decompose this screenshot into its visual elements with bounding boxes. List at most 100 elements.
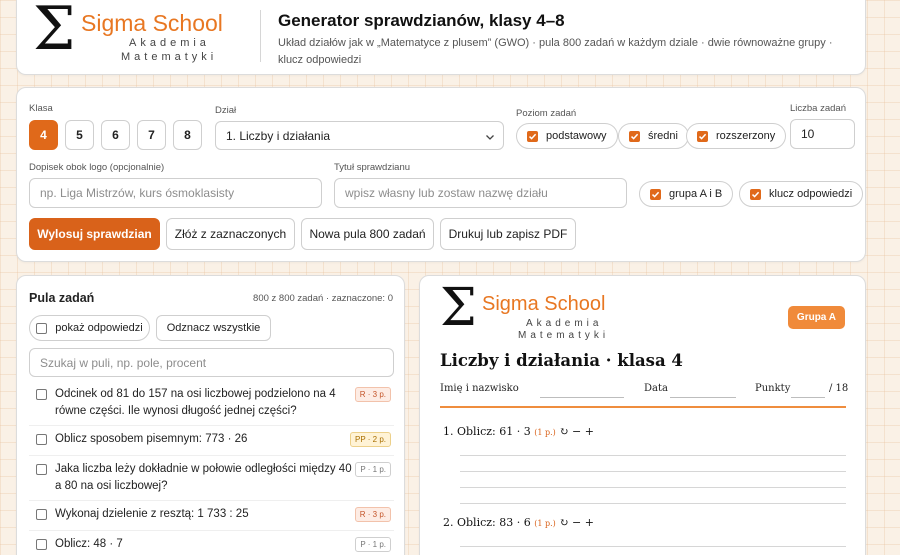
brand-sub-2: Matematyki [121,51,218,63]
answer-line [460,503,846,504]
section-select[interactable]: 1. Liczby i działania [215,121,504,150]
sigma-logo-icon: Σ [33,0,76,64]
brand-sub-2: Matematyki [518,330,610,341]
task-row[interactable]: Oblicz: 48 · 7 P · 1 p. [29,531,394,555]
pool-search-input[interactable] [29,348,394,377]
points-field-line [791,397,825,398]
answer-key-label: klucz odpowiedzi [769,188,853,200]
checkbox-checked-icon [650,188,661,200]
answer-line [460,546,846,547]
task-list: Odcinek od 81 do 157 na osi liczbowej po… [29,381,394,555]
section-select-value: 1. Liczby i działania [226,128,331,143]
task-text: Oblicz: 48 · 7 [55,538,123,550]
question-text: Oblicz: 83 · 6 [457,516,531,529]
app-title: Generator sprawdzianów, klasy 4–8 [278,11,565,30]
checkbox-unchecked-icon[interactable] [36,464,47,475]
level-label: Poziom zadań [516,108,577,119]
task-row[interactable]: Oblicz sposobem pisemnym: 773 · 26 PP · … [29,426,394,456]
task-text: Wykonaj dzielenie z resztą: 1 733 : 25 [55,508,249,520]
task-text: Odcinek od 81 do 157 na osi liczbowej po… [55,388,336,417]
app-header: Σ Sigma School Akademia Matematyki Gener… [16,0,866,75]
task-level-badge: R · 3 p. [354,507,391,522]
section-label: Dział [215,105,237,116]
question-tools[interactable]: ↻ − + [559,516,594,529]
test-title: Liczby i działania · klasa 4 [440,351,683,370]
logo-note-label: Dopisek obok logo (opcjonalnie) [29,162,165,173]
deselect-all-button[interactable]: Odznacz wszystkie [156,315,271,341]
question-tools[interactable]: ↻ − + [559,425,594,438]
task-pool-panel: Pula zadań 800 z 800 zadań · zaznaczone:… [16,275,405,555]
date-field-line [670,397,736,398]
question-2: 2. Oblicz: 83 · 6 (1 p.) ↻ − + [443,516,594,529]
compose-selected-button[interactable]: Złóż z zaznaczonych [166,218,295,250]
brand-sub-1: Akademia [526,318,603,329]
task-text: Jaka liczba leży dokładnie w połowie odl… [55,463,352,492]
task-row[interactable]: Odcinek od 81 do 157 na osi liczbowej po… [29,381,394,426]
level-extended-label: rozszerzony [716,130,776,142]
checkbox-unchecked-icon[interactable] [36,509,47,520]
question-points: (1 p.) [534,519,556,528]
task-level-badge: R · 3 p. [354,387,391,402]
test-preview-panel: Σ Sigma School Akademia Matematyki Grupa… [419,275,866,555]
pool-title: Pula zadań [29,291,95,305]
level-medium-toggle[interactable]: średni [618,123,689,149]
question-points: (1 p.) [534,428,556,437]
checkbox-checked-icon [629,130,640,142]
grade-button-4[interactable]: 4 [29,120,58,150]
level-medium-label: średni [648,130,678,142]
header-divider [260,10,261,62]
task-level-badge: PP · 2 p. [350,432,391,447]
controls-panel: Klasa 4 5 6 7 8 Dział 1. Liczby i działa… [16,87,866,262]
sigma-logo-icon: Σ [440,278,477,338]
task-row[interactable]: Wykonaj dzielenie z resztą: 1 733 : 25 R… [29,501,394,531]
brand-sub-1: Akademia [129,37,210,49]
checkbox-unchecked-icon[interactable] [36,434,47,445]
question-1: 1. Oblicz: 61 · 3 (1 p.) ↻ − + [443,425,594,438]
name-field-line [540,397,624,398]
checkbox-unchecked-icon[interactable] [36,539,47,550]
task-count-input[interactable] [790,119,855,149]
task-level-badge: P · 1 p. [355,462,391,477]
points-total: / 18 [829,383,849,394]
level-basic-label: podstawowy [546,130,607,142]
draw-test-button[interactable]: Wylosuj sprawdzian [29,218,160,250]
answer-line [460,455,846,456]
new-pool-button[interactable]: Nowa pula 800 zadań [301,218,434,250]
question-number: 1. [443,425,454,438]
name-field-label: Imię i nazwisko [440,383,519,394]
checkbox-unchecked-icon [36,322,48,334]
checkbox-checked-icon [750,188,761,200]
header-rule [440,406,846,408]
answer-line [460,471,846,472]
brand-name: Sigma School [81,10,223,36]
answer-key-toggle[interactable]: klucz odpowiedzi [739,181,864,207]
test-title-label: Tytuł sprawdzianu [334,162,411,173]
task-text: Oblicz sposobem pisemnym: 773 · 26 [55,433,248,445]
print-pdf-button[interactable]: Drukuj lub zapisz PDF [440,218,576,250]
grade-button-7[interactable]: 7 [137,120,166,150]
preview-logo: Σ Sigma School Akademia Matematyki [440,278,640,342]
grade-button-8[interactable]: 8 [173,120,202,150]
count-label: Liczba zadań [790,103,846,114]
show-answers-label: pokaż odpowiedzi [55,322,143,334]
pool-count: 800 z 800 zadań · zaznaczone: 0 [253,293,393,304]
groups-label: grupa A i B [669,188,723,200]
sigma-school-logo: Σ Sigma School Akademia Matematyki [33,0,253,68]
group-a-button[interactable]: Grupa A [787,306,845,329]
groups-toggle[interactable]: grupa A i B [639,181,734,207]
level-basic-toggle[interactable]: podstawowy [516,123,618,149]
app-description: Układ działów jak w „Matematyce z plusem… [278,37,833,66]
task-row[interactable]: Jaka liczba leży dokładnie w połowie odl… [29,456,394,501]
grade-button-6[interactable]: 6 [101,120,130,150]
test-title-input[interactable] [334,178,627,208]
checkbox-unchecked-icon[interactable] [36,389,47,400]
grade-button-5[interactable]: 5 [65,120,94,150]
logo-note-input[interactable] [29,178,322,208]
question-number: 2. [443,516,454,529]
level-extended-toggle[interactable]: rozszerzony [686,123,787,149]
answer-line [460,487,846,488]
grade-label: Klasa [29,103,53,114]
date-field-label: Data [644,383,668,394]
question-text: Oblicz: 61 · 3 [457,425,531,438]
show-answers-toggle[interactable]: pokaż odpowiedzi [29,315,150,341]
